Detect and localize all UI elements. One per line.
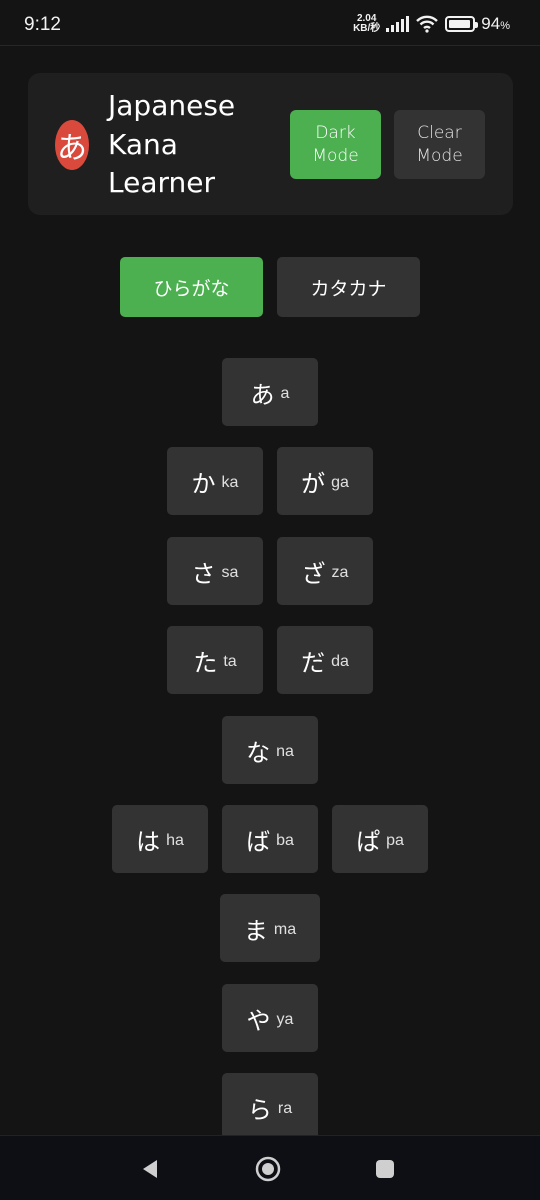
kana-button[interactable]: ま ma (220, 894, 320, 962)
wifi-icon (416, 15, 439, 33)
network-speed: 2.04 KB/秒 (353, 14, 380, 34)
kana-char: た (193, 648, 218, 677)
app-title: Japanese Kana Learner (108, 87, 278, 203)
kana-char: ぱ (356, 827, 381, 856)
kana-button[interactable]: た ta (167, 626, 263, 694)
kana-romaji: ma (273, 921, 297, 938)
app-title-line: Learner (108, 166, 215, 199)
kana-char: さ (191, 559, 216, 588)
navigation-bar (0, 1135, 540, 1200)
kana-romaji: ba (276, 832, 294, 849)
kana-button[interactable]: さ sa (167, 537, 263, 605)
kana-romaji: ha (166, 832, 184, 849)
kana-button[interactable]: は ha (112, 805, 208, 873)
kana-button[interactable]: か ka (167, 447, 263, 515)
kana-char: ま (243, 916, 268, 945)
kana-char: ら (247, 1095, 272, 1124)
status-time: 9:12 (24, 14, 61, 35)
kana-romaji: ta (223, 653, 237, 670)
kana-button[interactable]: ら ra (222, 1073, 318, 1141)
kana-char: あ (250, 380, 275, 409)
kana-button[interactable]: ぱ pa (332, 805, 428, 873)
kana-char: か (191, 469, 216, 498)
kana-romaji: ra (277, 1100, 293, 1117)
signal-icon (386, 16, 410, 32)
tab-katakana[interactable]: カタカナ (277, 257, 420, 317)
back-icon[interactable] (133, 1152, 167, 1186)
kana-char: や (246, 1006, 271, 1035)
kana-romaji: ka (221, 474, 239, 491)
kana-char: が (301, 469, 326, 498)
status-icons: 2.04 KB/秒 94% (353, 12, 510, 36)
kana-button[interactable]: ざ za (277, 537, 373, 605)
app-title-line: Kana (108, 127, 178, 161)
tab-hiragana[interactable]: ひらがな (120, 257, 263, 317)
kana-romaji: za (331, 564, 349, 581)
app-logo: あ (55, 120, 89, 170)
header-card: あ Japanese Kana Learner Dark Mode Clear Mo… (28, 73, 513, 215)
kana-romaji: pa (386, 832, 404, 849)
battery-icon (445, 16, 479, 32)
dark-mode-label-line1: Dark (315, 122, 356, 143)
status-bar: 9:12 2.04 KB/秒 94% (0, 0, 540, 46)
kana-romaji: ya (276, 1011, 294, 1028)
app-title-line: Japanese (108, 89, 236, 122)
dark-mode-button[interactable]: Dark Mode (290, 110, 381, 179)
kana-button[interactable]: だ da (277, 626, 373, 694)
kana-button[interactable]: が ga (277, 447, 373, 515)
kana-char: な (246, 738, 271, 767)
dark-mode-label-line2: Mode (312, 145, 359, 166)
kana-romaji: da (331, 653, 349, 670)
clear-mode-label-line2: Mode (416, 145, 463, 166)
kana-button[interactable]: あa (222, 358, 318, 426)
clear-mode-label-line1: Clear (417, 122, 462, 143)
kana-char: だ (301, 648, 326, 677)
kana-button[interactable]: な na (222, 716, 318, 784)
kana-romaji: ga (331, 474, 349, 491)
kana-romaji: sa (221, 564, 239, 581)
recents-icon[interactable] (368, 1152, 402, 1186)
kana-char: は (136, 827, 161, 856)
kana-char: ば (246, 827, 271, 856)
battery-percent: 94% (481, 14, 510, 33)
kana-button[interactable]: ば ba (222, 805, 318, 873)
home-icon[interactable] (251, 1152, 285, 1186)
network-speed-unit: KB/秒 (353, 23, 381, 34)
kana-romaji: na (276, 743, 294, 760)
kana-romaji: a (280, 385, 290, 402)
kana-button[interactable]: や ya (222, 984, 318, 1052)
battery-level-fill (449, 20, 470, 28)
clear-mode-button[interactable]: Clear Mode (394, 110, 485, 179)
kana-char: ざ (301, 559, 326, 588)
